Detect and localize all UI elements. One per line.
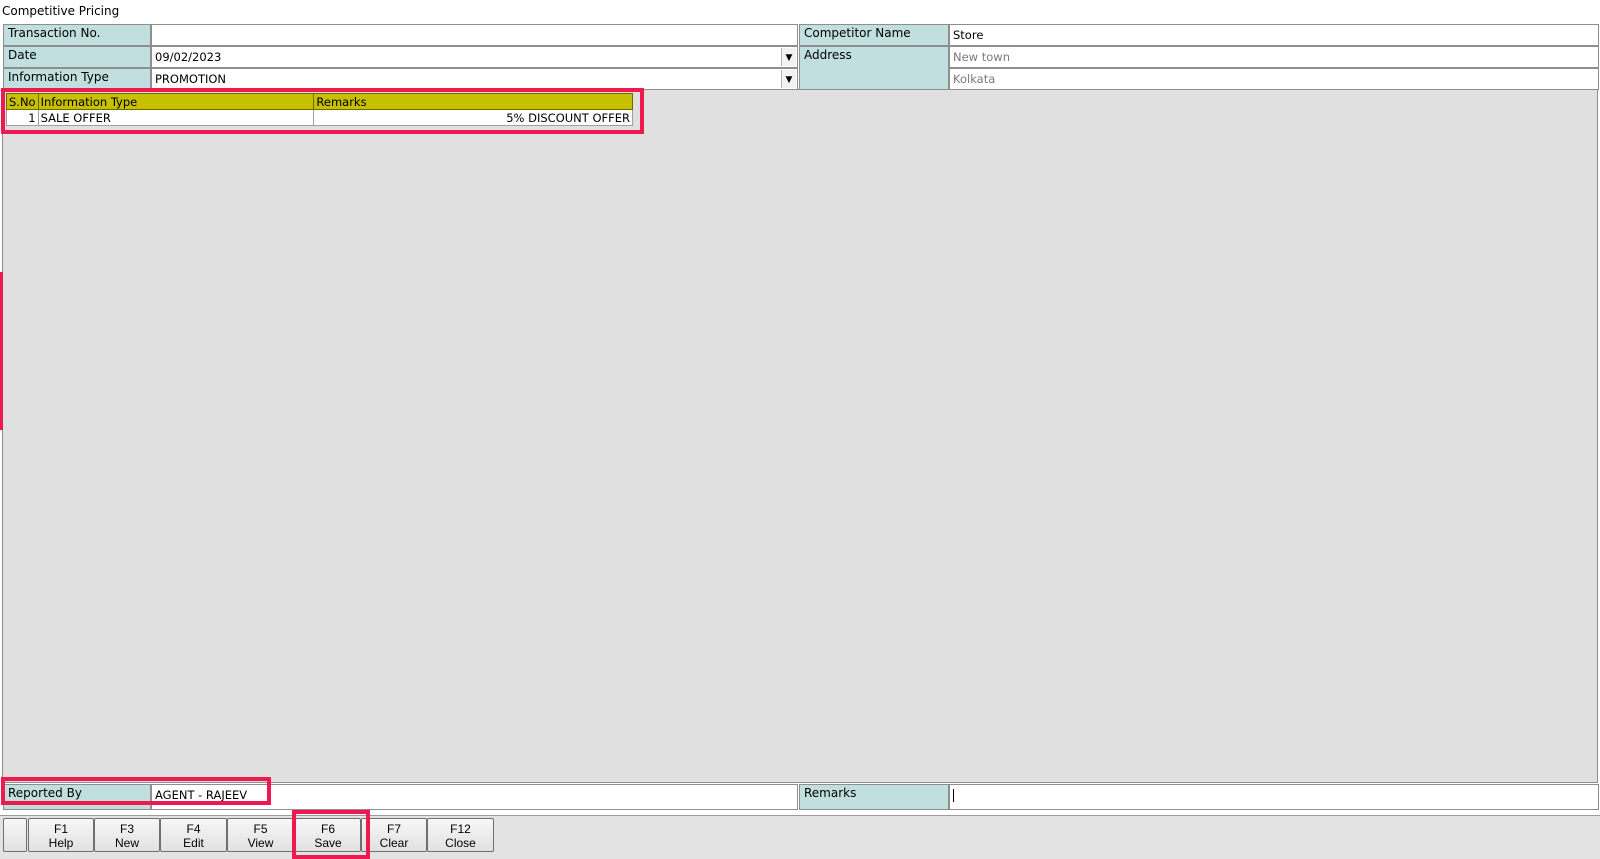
information-type-select[interactable]: PROMOTION ▼ [151, 68, 798, 90]
competitor-name-field[interactable]: Store [949, 24, 1599, 46]
date-field[interactable]: 09/02/2023 ▼ [151, 46, 798, 68]
date-label: Date [3, 46, 151, 68]
remarks-label: Remarks [799, 784, 949, 810]
address-line2-field[interactable]: Kolkata [949, 68, 1599, 90]
date-value: 09/02/2023 [155, 50, 222, 64]
edit-key: F4 [186, 822, 201, 836]
save-label: Save [314, 836, 342, 850]
view-button[interactable]: F5 View [227, 818, 294, 852]
close-button[interactable]: F12 Close [427, 818, 494, 852]
address-label: Address [799, 46, 949, 90]
cell-remarks[interactable]: 5% DISCOUNT OFFER [313, 109, 633, 126]
table-row[interactable]: 1 SALE OFFER 5% DISCOUNT OFFER [6, 109, 633, 126]
close-label: Close [445, 836, 476, 850]
address-line1-field[interactable]: New town [949, 46, 1599, 68]
information-type-label: Information Type [3, 68, 151, 90]
clear-label: Clear [379, 836, 409, 850]
information-grid[interactable]: S.No Information Type Remarks 1 SALE OFF… [6, 93, 633, 126]
column-header-sno[interactable]: S.No [6, 93, 39, 110]
edit-label: Edit [183, 836, 204, 850]
reported-by-field[interactable]: AGENT - RAJEEV [151, 784, 798, 810]
help-button[interactable]: F1 Help [28, 818, 94, 852]
close-key: F12 [450, 822, 471, 836]
cell-sno[interactable]: 1 [6, 109, 39, 126]
grid-area [2, 89, 1598, 783]
competitor-name-label: Competitor Name [799, 24, 949, 46]
remarks-field[interactable] [949, 784, 1599, 810]
reported-by-label: Reported By [3, 784, 151, 810]
new-key: F3 [119, 822, 134, 836]
transaction-no-field[interactable] [151, 24, 798, 46]
chevron-down-icon[interactable]: ▼ [781, 70, 796, 88]
edit-button[interactable]: F4 Edit [160, 818, 227, 852]
help-key: F1 [53, 822, 68, 836]
column-header-remarks[interactable]: Remarks [313, 93, 633, 110]
new-label: New [114, 836, 139, 850]
view-key: F5 [253, 822, 268, 836]
clear-key: F7 [386, 822, 401, 836]
help-label: Help [48, 836, 74, 850]
left-edge-marker [0, 272, 3, 430]
save-button[interactable]: F6 Save [295, 818, 361, 852]
cell-information-type[interactable]: SALE OFFER [37, 109, 315, 126]
transaction-no-label: Transaction No. [3, 24, 151, 46]
view-label: View [247, 836, 274, 850]
new-button[interactable]: F3 New [94, 818, 160, 852]
column-header-information-type[interactable]: Information Type [37, 93, 315, 110]
clear-button[interactable]: F7 Clear [361, 818, 427, 852]
window-title: Competitive Pricing [2, 4, 120, 18]
grid-header-row: S.No Information Type Remarks [6, 93, 633, 110]
chevron-down-icon[interactable]: ▼ [781, 48, 796, 66]
save-key: F6 [320, 822, 335, 836]
information-type-value: PROMOTION [155, 72, 227, 86]
text-cursor [953, 789, 954, 802]
toolbar-spacer-button[interactable] [3, 818, 27, 852]
